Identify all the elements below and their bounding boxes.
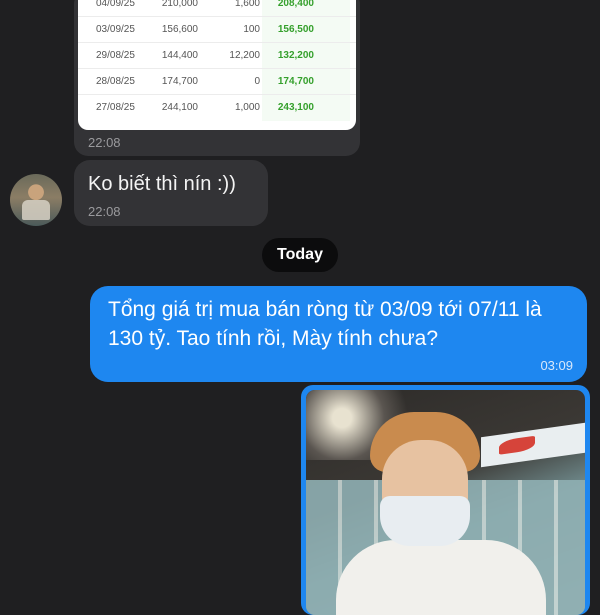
person-body: [336, 540, 546, 615]
row-date: 27/08/25: [96, 102, 135, 113]
row-date: 29/08/25: [96, 50, 135, 61]
row-net-cell: 156,500: [262, 17, 350, 43]
outgoing-message-bubble[interactable]: Tổng giá trị mua bán ròng từ 03/09 tới 0…: [90, 286, 587, 382]
row-net-cell: 243,100: [262, 95, 350, 121]
row-date: 28/08/25: [96, 76, 135, 87]
shared-table-image[interactable]: 04/09/25 210,000 1,600 208,400 03/09/25 …: [78, 0, 356, 130]
row-net-value: 156,500: [277, 24, 314, 35]
row-value-b: 1,600: [234, 0, 260, 9]
face-mask: [380, 496, 470, 546]
row-net-value: 174,700: [277, 76, 314, 87]
outgoing-photo-bubble[interactable]: [301, 385, 590, 615]
row-value-a: 174,700: [161, 76, 198, 87]
row-date: 03/09/25: [96, 24, 135, 35]
outgoing-message-text: Tổng giá trị mua bán ròng từ 03/09 tới 0…: [108, 298, 542, 350]
contact-avatar[interactable]: [10, 174, 62, 226]
selfie-photo[interactable]: [306, 390, 585, 615]
row-value-b: 1,000: [234, 102, 260, 113]
table-row: 29/08/25 144,400 12,200 132,200: [78, 42, 356, 69]
row-net-value: 132,200: [277, 50, 314, 61]
message-timestamp: 03:09: [540, 358, 573, 373]
incoming-message-text: Ko biết thì nín :)): [88, 173, 236, 195]
row-date: 04/09/25: [96, 0, 135, 9]
message-timestamp: 22:08: [88, 135, 121, 150]
row-value-b: 12,200: [229, 50, 260, 61]
table-row: 03/09/25 156,600 100 156,500: [78, 16, 356, 43]
row-net-value: 243,100: [277, 102, 314, 113]
table-row: 04/09/25 210,000 1,600 208,400: [78, 0, 356, 17]
table-row: 27/08/25 244,100 1,000 243,100: [78, 94, 356, 121]
person-head: [370, 412, 480, 546]
row-value-b: 100: [243, 24, 260, 35]
row-value-a: 244,100: [161, 102, 198, 113]
day-separator: Today: [262, 238, 338, 272]
row-net-cell: 174,700: [262, 69, 350, 95]
row-value-b: 0: [254, 76, 260, 87]
row-net-cell: 208,400: [262, 0, 350, 17]
row-net-value: 208,400: [277, 0, 314, 9]
row-value-a: 210,000: [161, 0, 198, 9]
row-value-a: 144,400: [161, 50, 198, 61]
table-row: 28/08/25 174,700 0 174,700: [78, 68, 356, 95]
row-net-cell: 132,200: [262, 43, 350, 69]
message-timestamp: 22:08: [88, 204, 121, 219]
row-value-a: 156,600: [161, 24, 198, 35]
storefront-sign: [481, 422, 585, 468]
